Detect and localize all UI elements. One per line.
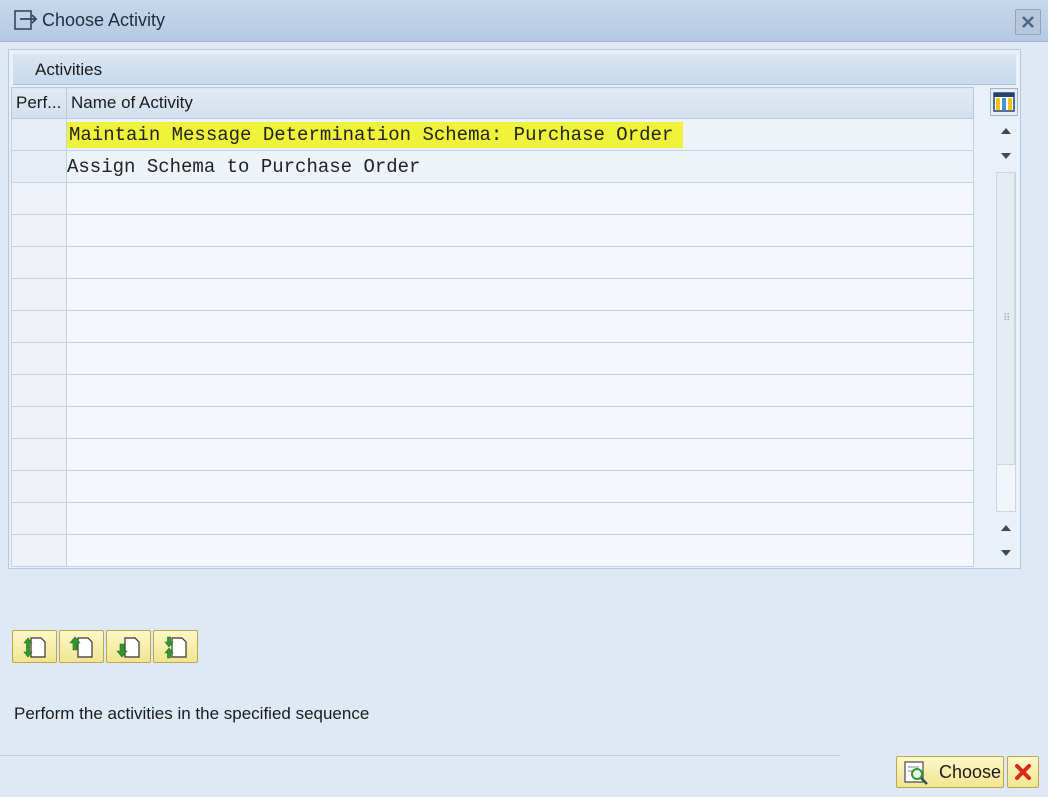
scroll-page-up-button[interactable] [993,120,1019,142]
perf-cell[interactable] [11,342,67,375]
activity-name-cell[interactable] [66,438,974,471]
select-all-button[interactable] [12,630,57,663]
perf-cell[interactable] [11,406,67,439]
move-up-button[interactable] [59,630,104,663]
perf-cell[interactable] [11,534,67,567]
activity-name-cell[interactable] [66,406,974,439]
close-icon [1022,16,1034,28]
table-row[interactable] [11,246,974,279]
table-row[interactable] [11,342,974,375]
panel-title: Activities [35,60,103,79]
scroll-down-icon [1001,550,1011,556]
perf-cell[interactable] [11,118,67,151]
perf-cell[interactable] [11,438,67,471]
scroll-thumb[interactable]: ⠿ [997,173,1015,465]
scroll-grip-icon: ⠿ [1003,313,1011,324]
activity-name[interactable]: Maintain Message Determination Schema: P… [67,121,684,148]
table-row[interactable] [11,278,974,311]
deselect-all-button[interactable] [153,630,198,663]
scroll-down-icon [1001,153,1011,159]
table-row[interactable] [11,534,974,567]
table-row[interactable]: Maintain Message Determination Schema: P… [11,118,974,151]
activity-name-cell[interactable] [66,534,974,567]
perf-cell[interactable] [11,278,67,311]
choose-window-icon [14,10,38,30]
activity-name-cell[interactable] [66,246,974,279]
choose-button[interactable]: Choose [896,756,1004,788]
vertical-scrollbar[interactable]: ⠿ [993,120,1019,566]
activity-name-cell[interactable] [66,214,974,247]
column-config-icon [993,92,1015,112]
perf-cell[interactable] [11,502,67,535]
table-row[interactable] [11,502,974,535]
table-row[interactable] [11,310,974,343]
scroll-up-icon [1001,525,1011,531]
column-header-name[interactable]: Name of Activity [66,87,974,119]
activity-name-cell[interactable]: Assign Schema to Purchase Order [66,150,974,183]
scroll-up-icon [1001,128,1011,134]
scroll-page-down-button[interactable] [993,542,1019,564]
perf-cell[interactable] [11,214,67,247]
activity-name-cell[interactable] [66,342,974,375]
choose-icon [904,761,928,785]
perf-cell[interactable] [11,310,67,343]
cancel-button[interactable] [1007,756,1039,788]
selection-toolbar [12,630,198,663]
close-button[interactable] [1015,9,1041,35]
activity-name-cell[interactable] [66,502,974,535]
table-row[interactable]: Assign Schema to Purchase Order [11,150,974,183]
panel-header: Activities [13,54,1016,85]
table-row[interactable] [11,214,974,247]
status-message: Perform the activities in the specified … [14,704,370,723]
cancel-icon [1015,764,1031,780]
perf-cell[interactable] [11,374,67,407]
footer-divider [0,755,840,756]
activity-name-cell[interactable]: Maintain Message Determination Schema: P… [66,118,974,151]
select-all-icon [22,636,46,658]
activities-table: Perf... Name of Activity Maintain Messag… [11,87,974,567]
move-down-button[interactable] [106,630,151,663]
scroll-line-up-button[interactable] [993,517,1019,539]
perf-cell[interactable] [11,182,67,215]
arrow-down-doc-icon [115,636,140,658]
deselect-all-icon [163,636,187,658]
table-row[interactable] [11,406,974,439]
perf-cell[interactable] [11,470,67,503]
window-title: Choose Activity [42,10,166,30]
activity-name-cell[interactable] [66,470,974,503]
scroll-track[interactable]: ⠿ [996,172,1016,512]
perf-cell[interactable] [11,246,67,279]
column-header-perf[interactable]: Perf... [11,87,67,119]
perf-cell[interactable] [11,150,67,183]
table-row[interactable] [11,470,974,503]
activity-name-cell[interactable] [66,278,974,311]
activity-name[interactable]: Assign Schema to Purchase Order [67,156,420,178]
activity-name-cell[interactable] [66,374,974,407]
table-row[interactable] [11,438,974,471]
activity-name-cell[interactable] [66,310,974,343]
activity-name-cell[interactable] [66,182,974,215]
scroll-line-down-button[interactable] [993,145,1019,167]
title-bar: Choose Activity [0,0,1048,42]
choose-label: Choose [939,761,1002,782]
activities-panel: Activities Perf... Name of Activity Main… [8,49,1021,569]
arrow-up-doc-icon [68,636,93,658]
table-row[interactable] [11,182,974,215]
table-row[interactable] [11,374,974,407]
column-config-button[interactable] [990,88,1018,116]
